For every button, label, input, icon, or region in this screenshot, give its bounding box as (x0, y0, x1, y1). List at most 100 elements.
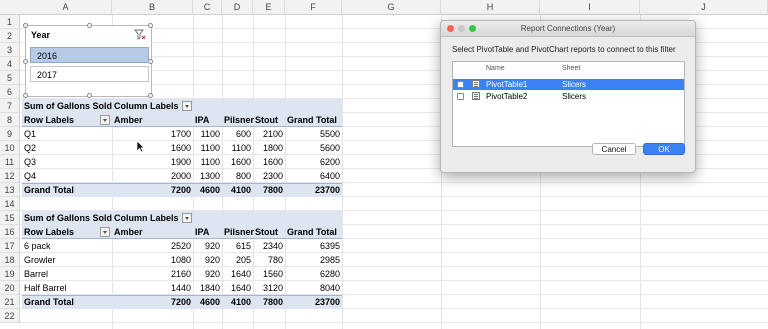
row-header-9[interactable]: 9 (0, 127, 20, 141)
resize-handle[interactable] (148, 23, 153, 28)
column-labels-filter-button[interactable] (182, 101, 192, 111)
row-header-8[interactable]: 8 (0, 113, 20, 127)
pivot-value-cell[interactable]: 920 (193, 253, 222, 267)
pivot-value-cell[interactable]: 205 (222, 253, 253, 267)
grand-total-cell[interactable]: 7200 (112, 183, 193, 197)
grand-total-cell[interactable]: 4100 (222, 183, 253, 197)
slicer-item-2016[interactable]: 2016 (30, 47, 149, 63)
resize-handle[interactable] (23, 59, 28, 64)
resize-handle[interactable] (87, 93, 92, 98)
pivot-value-cell[interactable]: 1600 (112, 141, 193, 155)
pivot-value-cell[interactable]: 6280 (285, 267, 342, 281)
pivot-value-cell[interactable]: 800 (222, 169, 253, 183)
pivot-value-cell[interactable]: 1100 (193, 155, 222, 169)
resize-handle[interactable] (87, 23, 92, 28)
row-header-5[interactable]: 5 (0, 71, 20, 85)
pivot-value-cell[interactable]: 1560 (253, 267, 285, 281)
row-header-16[interactable]: 16 (0, 225, 20, 239)
column-header-a[interactable]: A (20, 0, 112, 15)
pivot-value-cell[interactable]: 1700 (112, 127, 193, 141)
cancel-button[interactable]: Cancel (592, 143, 636, 155)
row-header-2[interactable]: 2 (0, 29, 20, 43)
pivot-value-cell[interactable]: 1100 (193, 127, 222, 141)
row-header-3[interactable]: 3 (0, 43, 20, 57)
pivot-value-cell[interactable]: 920 (193, 267, 222, 281)
pivot-value-cell[interactable]: 2520 (112, 239, 193, 253)
pivot-value-cell[interactable]: 2000 (112, 169, 193, 183)
row-header-22[interactable]: 22 (0, 309, 20, 323)
row-header-18[interactable]: 18 (0, 253, 20, 267)
pivot-value-cell[interactable]: 600 (222, 127, 253, 141)
pivot-value-cell[interactable]: 1640 (222, 281, 253, 295)
pivot-value-cell[interactable]: 1800 (253, 141, 285, 155)
pivot-value-cell[interactable]: 780 (253, 253, 285, 267)
column-header-d[interactable]: D (222, 0, 253, 15)
pivot-value-cell[interactable]: 2100 (253, 127, 285, 141)
pivot-value-cell[interactable]: 920 (193, 239, 222, 253)
list-item-pivottable2[interactable]: PivotTable2 Slicers (453, 91, 684, 102)
grand-total-cell[interactable]: 4100 (222, 295, 253, 309)
grand-total-cell[interactable]: 7800 (253, 295, 285, 309)
pivot-value-cell[interactable]: 8040 (285, 281, 342, 295)
column-header-i[interactable]: I (540, 0, 640, 15)
row-header-17[interactable]: 17 (0, 239, 20, 253)
pivot-value-cell[interactable]: 2300 (253, 169, 285, 183)
pivot-value-cell[interactable]: 5600 (285, 141, 342, 155)
row-header-21[interactable]: 21 (0, 295, 20, 309)
grand-total-cell[interactable]: 4600 (193, 183, 222, 197)
pivot-value-cell[interactable]: 1640 (222, 267, 253, 281)
column-header-e[interactable]: E (253, 0, 285, 15)
grand-total-cell[interactable]: 23700 (285, 295, 342, 309)
pivot-value-cell[interactable]: 1840 (193, 281, 222, 295)
slicer-item-2017[interactable]: 2017 (30, 66, 149, 82)
pivot-value-cell[interactable]: 3120 (253, 281, 285, 295)
column-header-g[interactable]: G (342, 0, 441, 15)
row-header-6[interactable]: 6 (0, 85, 20, 99)
ok-button[interactable]: OK (643, 143, 685, 155)
column-header-b[interactable]: B (112, 0, 193, 15)
column-header-h[interactable]: H (441, 0, 540, 15)
row-header-10[interactable]: 10 (0, 141, 20, 155)
row-header-1[interactable]: 1 (0, 15, 20, 29)
pivot-value-cell[interactable]: 2985 (285, 253, 342, 267)
connect-checkbox[interactable] (457, 93, 464, 100)
column-labels-filter-button[interactable] (182, 213, 192, 223)
row-header-11[interactable]: 11 (0, 155, 20, 169)
pivot-value-cell[interactable]: 1600 (222, 155, 253, 169)
resize-handle[interactable] (23, 23, 28, 28)
row-header-12[interactable]: 12 (0, 169, 20, 183)
pivot-value-cell[interactable]: 6200 (285, 155, 342, 169)
pivot-value-cell[interactable]: 2340 (253, 239, 285, 253)
row-header-20[interactable]: 20 (0, 281, 20, 295)
pivot-value-cell[interactable]: 1100 (222, 141, 253, 155)
row-labels-filter-button[interactable] (100, 227, 110, 237)
pivot-value-cell[interactable]: 1440 (112, 281, 193, 295)
row-header-19[interactable]: 19 (0, 267, 20, 281)
grand-total-cell[interactable]: 7800 (253, 183, 285, 197)
row-labels-filter-button[interactable] (100, 115, 110, 125)
grand-total-cell[interactable]: 7200 (112, 295, 193, 309)
resize-handle[interactable] (23, 93, 28, 98)
row-header-14[interactable]: 14 (0, 197, 20, 211)
resize-handle[interactable] (148, 93, 153, 98)
pivot-value-cell[interactable]: 5500 (285, 127, 342, 141)
pivot-value-cell[interactable]: 6400 (285, 169, 342, 183)
year-slicer[interactable]: Year 2016 2017 (23, 23, 153, 98)
column-header-c[interactable]: C (193, 0, 222, 15)
pivot-value-cell[interactable]: 1600 (253, 155, 285, 169)
row-header-13[interactable]: 13 (0, 183, 20, 197)
dialog-titlebar[interactable]: Report Connections (Year) (441, 21, 695, 37)
pivot-value-cell[interactable]: 1300 (193, 169, 222, 183)
list-item-pivottable1[interactable]: PivotTable1 Slicers (453, 79, 684, 90)
pivot-value-cell[interactable]: 1900 (112, 155, 193, 169)
clear-filter-icon[interactable] (134, 29, 146, 41)
connect-checkbox[interactable] (457, 81, 464, 88)
pivot-value-cell[interactable]: 6395 (285, 239, 342, 253)
pivot-value-cell[interactable]: 615 (222, 239, 253, 253)
pivot-value-cell[interactable]: 2160 (112, 267, 193, 281)
row-header-4[interactable]: 4 (0, 57, 20, 71)
pivot-value-cell[interactable]: 1080 (112, 253, 193, 267)
row-header-7[interactable]: 7 (0, 99, 20, 113)
grand-total-cell[interactable]: 4600 (193, 295, 222, 309)
pivot-value-cell[interactable]: 1100 (193, 141, 222, 155)
